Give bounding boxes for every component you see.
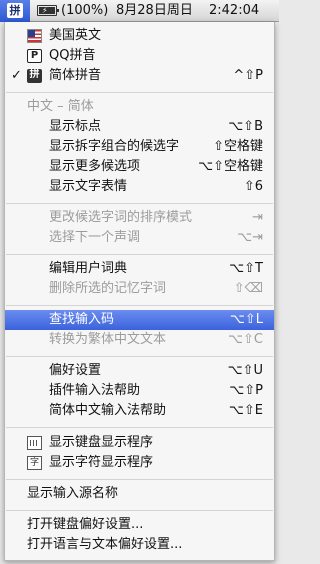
menu-item-edit-user-dictionary[interactable]: 编辑用户词典 ⌥⇧T <box>5 259 274 279</box>
menu-item-label: QQ拼音 <box>49 48 96 63</box>
checkmark-icon: ✓ <box>11 68 22 83</box>
menu-item-show-character-viewer[interactable]: 字 显示字符显示程序 <box>5 453 274 473</box>
menu-item-select-next-tone: 选择下一个声调 ⌥⇥ <box>5 228 274 248</box>
menu-separator <box>6 203 273 204</box>
menu-item-label: 查找输入码 <box>49 312 115 327</box>
shortcut-label: ⇧⌫ <box>233 281 263 296</box>
shortcut-label: ⌥⇧C <box>228 332 263 347</box>
battery-percentage[interactable]: (100%) <box>61 3 108 19</box>
keyboard-viewer-icon <box>27 436 42 450</box>
menu-item-show-split-char-candidates[interactable]: 显示拆字组合的候选字 ⇧空格键 <box>5 137 274 157</box>
menu-item-label: 美国英文 <box>49 28 102 43</box>
shortcut-label: ⌥⇥ <box>237 230 263 245</box>
shortcut-label: ⌥⇧U <box>227 363 263 378</box>
menu-item-simplified-ime-help[interactable]: 简体中文输入法帮助 ⌥⇧E <box>5 401 274 421</box>
shortcut-label: ⇥ <box>252 210 263 225</box>
menu-item-show-keyboard-viewer[interactable]: 显示键盘显示程序 <box>5 433 274 453</box>
menu-item-show-emoticons[interactable]: 显示文字表情 ⇧6 <box>5 177 274 197</box>
shortcut-label: ⌥⇧T <box>229 261 263 276</box>
menu-item-label: 显示更多候选项 <box>49 159 141 174</box>
menu-item-convert-to-traditional: 转换为繁体中文文本 ⌥⇧C <box>5 330 274 350</box>
menu-item-label: 删除所选的记忆字词 <box>49 281 167 296</box>
shortcut-label: ⇧6 <box>243 179 263 194</box>
menu-item-label: 转换为繁体中文文本 <box>49 332 167 347</box>
menu-item-preferences[interactable]: 偏好设置 ⌥⇧U <box>5 361 274 381</box>
menu-item-label: 打开语言与文本偏好设置... <box>27 537 183 552</box>
shortcut-label: ⇧空格键 <box>213 139 263 154</box>
menu-separator <box>6 479 273 480</box>
menu-item-plugin-help[interactable]: 插件输入法帮助 ⌥⇧P <box>5 381 274 401</box>
shortcut-label: ⌥⇧L <box>229 312 263 327</box>
menu-item-label: 显示拆字组合的候选字 <box>49 139 180 154</box>
menubar-date[interactable]: 8月28日周日 <box>116 3 193 19</box>
menu-item-label: 更改候选字词的排序模式 <box>49 210 193 225</box>
shortcut-label: ⌥⇧E <box>228 403 263 418</box>
input-method-dropdown-menu: 美国英文 P QQ拼音 ✓ 拼 简体拼音 ^⇧P 中文 – 简体 显示标点 ⌥⇧… <box>4 22 275 561</box>
menu-item-label: 简体中文输入法帮助 <box>49 403 167 418</box>
shortcut-label: ⌥⇧P <box>229 383 263 398</box>
menu-separator <box>6 254 273 255</box>
menu-item-label: 显示标点 <box>49 119 102 134</box>
section-header-chinese-simplified: 中文 – 简体 <box>27 99 94 114</box>
menu-item-label: 显示键盘显示程序 <box>49 435 154 450</box>
menu-item-label: 选择下一个声调 <box>49 230 141 245</box>
menu-item-label: 编辑用户词典 <box>49 261 128 276</box>
menu-item-open-keyboard-prefs[interactable]: 打开键盘偏好设置... <box>5 515 274 535</box>
menu-separator <box>6 427 273 428</box>
menu-item-delete-learned-words: 删除所选的记忆字词 ⇧⌫ <box>5 279 274 299</box>
menu-item-show-input-source-name[interactable]: 显示输入源名称 <box>5 484 274 504</box>
menu-item-qq-pinyin[interactable]: P QQ拼音 <box>5 46 274 66</box>
menu-item-label: 显示输入源名称 <box>27 486 119 501</box>
menu-item-label: 简体拼音 <box>49 68 102 83</box>
menu-item-label: 插件输入法帮助 <box>49 383 141 398</box>
shortcut-label: ⌥⇧B <box>228 119 263 134</box>
menu-item-label: 显示字符显示程序 <box>49 455 154 470</box>
menu-separator <box>6 356 273 357</box>
battery-icon[interactable]: ⚡ <box>37 5 59 16</box>
menu-item-simplified-pinyin[interactable]: ✓ 拼 简体拼音 ^⇧P <box>5 66 274 86</box>
menu-item-change-candidate-sort: 更改候选字词的排序模式 ⇥ <box>5 208 274 228</box>
menu-item-us-english[interactable]: 美国英文 <box>5 26 274 46</box>
input-method-menu-extra[interactable]: 拼 <box>0 0 30 22</box>
pinyin-icon: 拼 <box>27 69 42 83</box>
menu-item-show-more-candidates[interactable]: 显示更多候选项 ⌥⇧空格键 <box>5 157 274 177</box>
menu-item-label: 打开键盘偏好设置... <box>27 517 144 532</box>
shortcut-label: ⌥⇧空格键 <box>198 159 263 174</box>
character-viewer-icon: 字 <box>27 456 42 470</box>
menu-item-label: 显示文字表情 <box>49 179 128 194</box>
menu-item-find-input-code[interactable]: 查找输入码 ⌥⇧L <box>5 310 274 330</box>
menu-separator <box>6 305 273 306</box>
us-flag-icon <box>27 29 42 43</box>
charging-bolt-icon: ⚡ <box>42 6 48 15</box>
pinyin-input-icon: 拼 <box>7 3 23 18</box>
shortcut-label: ^⇧P <box>233 68 263 83</box>
menu-item-open-language-prefs[interactable]: 打开语言与文本偏好设置... <box>5 535 274 555</box>
menubar-clock[interactable]: 2:42:04 <box>209 3 259 19</box>
qq-pinyin-p-icon: P <box>27 49 42 63</box>
menu-separator <box>6 510 273 511</box>
menu-item-label: 偏好设置 <box>49 363 102 378</box>
menu-separator <box>6 92 273 93</box>
menu-item-show-punctuation[interactable]: 显示标点 ⌥⇧B <box>5 117 274 137</box>
menu-bar: 拼 ⚡ (100%) 8月28日周日 2:42:04 <box>0 0 279 22</box>
